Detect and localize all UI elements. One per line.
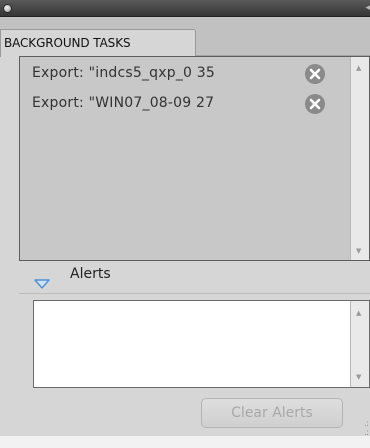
task-label: Export: "WIN07_08-09 27 [32,95,215,111]
disclosure-triangle-down-icon[interactable] [34,274,50,293]
alerts-list[interactable]: ▲ ▼ [33,300,370,388]
task-list: Export: "indcs5_qxp_0 35 Export: "WIN07_… [19,56,370,261]
scroll-down-arrow-icon[interactable]: ▼ [356,247,361,255]
close-icon[interactable] [3,4,12,13]
alerts-scrollbar[interactable]: ▲ ▼ [350,301,369,387]
panel-footer [0,436,370,448]
scroll-down-arrow-icon[interactable]: ▼ [356,373,361,381]
task-label: Export: "indcs5_qxp_0 35 [32,65,216,81]
background-tasks-panel: ◂ BACKGROUND TASKS Export: "indcs5_qxp_0… [0,0,370,448]
task-list-scrollbar[interactable]: ▲ ▼ [350,57,369,260]
alerts-header[interactable] [0,261,370,291]
panel-titlebar[interactable]: ◂ [0,0,370,17]
collapse-panel-icon[interactable]: ◂ [365,2,370,14]
resize-grip-icon[interactable]: .:.: [364,420,369,438]
task-row: Export: "indcs5_qxp_0 35 [20,61,350,87]
divider [19,293,370,294]
task-row: Export: "WIN07_08-09 27 [20,91,350,117]
scroll-up-arrow-icon[interactable]: ▲ [356,309,361,317]
cancel-circle-icon[interactable] [305,94,325,114]
alerts-label: Alerts [70,266,111,282]
cancel-circle-icon[interactable] [305,64,325,84]
tab-row: BACKGROUND TASKS [0,17,370,57]
tab-background-tasks[interactable]: BACKGROUND TASKS [0,29,196,57]
clear-alerts-button[interactable]: Clear Alerts [201,398,343,428]
scroll-up-arrow-icon[interactable]: ▲ [356,64,361,72]
